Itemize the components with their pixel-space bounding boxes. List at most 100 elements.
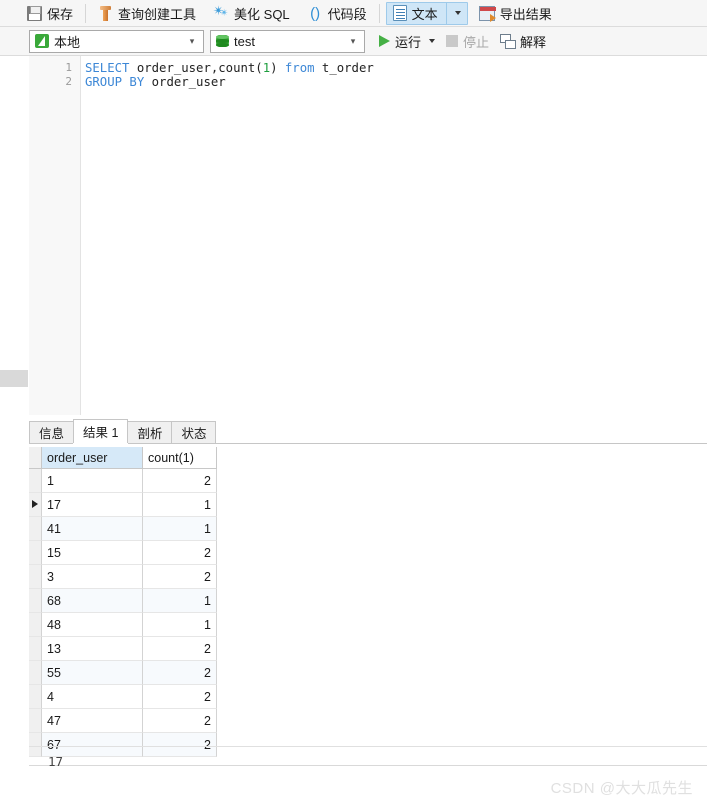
cell-count[interactable]: 2 bbox=[143, 733, 217, 757]
explain-button[interactable]: 解释 bbox=[496, 30, 550, 53]
row-marker[interactable] bbox=[29, 541, 42, 565]
code-snippet-button[interactable]: () 代码段 bbox=[302, 2, 373, 25]
result-tabs: 信息 结果 1 剖析 状态 bbox=[29, 419, 707, 444]
connection-select-value: 本地 bbox=[54, 34, 81, 50]
document-icon bbox=[392, 5, 407, 21]
sql-identifier: order_user,count( bbox=[129, 61, 263, 75]
row-marker[interactable] bbox=[29, 733, 42, 757]
table-row[interactable]: 55 2 bbox=[29, 661, 217, 685]
code-snippet-label: 代码段 bbox=[327, 6, 367, 22]
text-view-button[interactable]: 文本 bbox=[385, 1, 468, 25]
line-number: 2 bbox=[65, 75, 72, 88]
cell-count[interactable]: 2 bbox=[143, 541, 217, 565]
table-row[interactable]: 68 1 bbox=[29, 589, 217, 613]
chevron-down-icon[interactable] bbox=[429, 39, 436, 43]
table-row[interactable]: 4 2 bbox=[29, 685, 217, 709]
query-builder-icon bbox=[98, 5, 113, 21]
line-number: 1 bbox=[65, 61, 72, 74]
tab-status[interactable]: 状态 bbox=[171, 421, 217, 443]
row-marker[interactable] bbox=[29, 709, 42, 733]
query-builder-button[interactable]: 查询创建工具 bbox=[92, 2, 202, 25]
cell-count[interactable]: 2 bbox=[143, 637, 217, 661]
row-marker[interactable] bbox=[29, 589, 42, 613]
save-icon bbox=[27, 5, 42, 21]
grid-corner-cell[interactable] bbox=[29, 447, 42, 469]
run-button[interactable]: 运行 bbox=[375, 30, 439, 53]
connection-toolbar: 本地 ▾ test ▾ 运行 停止 解释 bbox=[0, 27, 707, 56]
explain-button-label: 解释 bbox=[520, 34, 547, 50]
sql-editor[interactable]: 1 2 SELECT order_user,count(1) from t_or… bbox=[0, 56, 707, 415]
cell-order-user[interactable]: 47 bbox=[42, 709, 143, 733]
cell-count[interactable]: 1 bbox=[143, 589, 217, 613]
connection-select[interactable]: 本地 ▾ bbox=[29, 29, 204, 53]
chevron-down-icon[interactable] bbox=[454, 11, 461, 15]
result-panel: 信息 结果 1 剖析 状态 order_user count(1) 1 2 17… bbox=[0, 415, 707, 812]
cell-count[interactable]: 1 bbox=[143, 613, 217, 637]
sql-keyword: from bbox=[284, 61, 315, 75]
cell-order-user[interactable]: 55 bbox=[42, 661, 143, 685]
chevron-down-icon[interactable]: ▾ bbox=[346, 36, 360, 46]
sql-number: 1 bbox=[262, 61, 271, 75]
database-select[interactable]: test ▾ bbox=[210, 29, 365, 53]
cell-order-user[interactable]: 3 bbox=[42, 565, 143, 589]
row-marker[interactable] bbox=[29, 469, 42, 493]
table-row[interactable]: 3 2 bbox=[29, 565, 217, 589]
table-row[interactable]: 1 2 bbox=[29, 469, 217, 493]
table-row[interactable]: 41 1 bbox=[29, 517, 217, 541]
navicat-query-window: 保存 查询创建工具 美化 SQL () 代码段 文本 导出结果 bbox=[0, 0, 707, 812]
sql-keyword: GROUP BY bbox=[85, 75, 145, 89]
tab-profile[interactable]: 剖析 bbox=[127, 421, 173, 443]
cell-order-user[interactable]: 13 bbox=[42, 637, 143, 661]
table-row[interactable]: 15 2 bbox=[29, 541, 217, 565]
result-grid[interactable]: order_user count(1) 1 2 17 1 41 1 15 2 3… bbox=[29, 447, 217, 757]
row-marker[interactable] bbox=[29, 685, 42, 709]
text-view-split-divider bbox=[445, 2, 447, 24]
toolbar-divider-1 bbox=[85, 3, 87, 23]
editor-line-number-gutter: 1 2 bbox=[29, 56, 81, 415]
row-marker[interactable] bbox=[29, 613, 42, 637]
column-header-count[interactable]: count(1) bbox=[143, 447, 217, 469]
editor-left-margin bbox=[0, 56, 29, 415]
row-marker[interactable] bbox=[29, 661, 42, 685]
table-row[interactable]: 47 2 bbox=[29, 709, 217, 733]
cell-count[interactable]: 1 bbox=[143, 493, 217, 517]
cell-count[interactable]: 2 bbox=[143, 469, 217, 493]
left-edge-marker bbox=[0, 370, 28, 387]
cell-count[interactable]: 1 bbox=[143, 517, 217, 541]
parentheses-icon: () bbox=[310, 4, 321, 22]
table-row[interactable]: 13 2 bbox=[29, 637, 217, 661]
cell-count[interactable]: 2 bbox=[143, 661, 217, 685]
row-marker-current[interactable] bbox=[29, 493, 42, 517]
export-result-button[interactable]: 导出结果 bbox=[473, 2, 558, 25]
table-row[interactable]: 48 1 bbox=[29, 613, 217, 637]
cell-count[interactable]: 2 bbox=[143, 685, 217, 709]
sql-identifier: order_user bbox=[144, 75, 226, 89]
column-header-order-user[interactable]: order_user bbox=[42, 447, 143, 469]
cell-order-user[interactable]: 15 bbox=[42, 541, 143, 565]
cell-order-user[interactable]: 68 bbox=[42, 589, 143, 613]
chevron-down-icon[interactable]: ▾ bbox=[185, 36, 199, 46]
cell-order-user[interactable]: 48 bbox=[42, 613, 143, 637]
sql-code-text[interactable]: SELECT order_user,count(1) from t_order … bbox=[82, 56, 707, 415]
cell-count[interactable]: 2 bbox=[143, 709, 217, 733]
cell-count[interactable]: 2 bbox=[143, 565, 217, 589]
tab-info[interactable]: 信息 bbox=[29, 421, 75, 443]
database-icon bbox=[216, 34, 229, 48]
cell-order-user[interactable]: 1 bbox=[42, 469, 143, 493]
beautify-sql-button[interactable]: 美化 SQL bbox=[208, 2, 296, 25]
database-select-value: test bbox=[234, 33, 255, 49]
explain-icon bbox=[500, 34, 517, 49]
table-row[interactable]: 17 1 bbox=[29, 493, 217, 517]
row-marker[interactable] bbox=[29, 637, 42, 661]
magic-wand-icon bbox=[213, 3, 229, 21]
query-builder-label: 查询创建工具 bbox=[118, 6, 197, 22]
connection-icon bbox=[35, 34, 49, 48]
row-marker[interactable] bbox=[29, 517, 42, 541]
save-button[interactable]: 保存 bbox=[21, 2, 79, 25]
tab-result-1[interactable]: 结果 1 bbox=[73, 419, 129, 443]
row-marker[interactable] bbox=[29, 565, 42, 589]
cell-order-user[interactable]: 41 bbox=[42, 517, 143, 541]
cell-order-user[interactable]: 17 bbox=[42, 493, 143, 517]
tab-result-1-label: 结果 1 bbox=[83, 426, 119, 440]
cell-order-user[interactable]: 4 bbox=[42, 685, 143, 709]
